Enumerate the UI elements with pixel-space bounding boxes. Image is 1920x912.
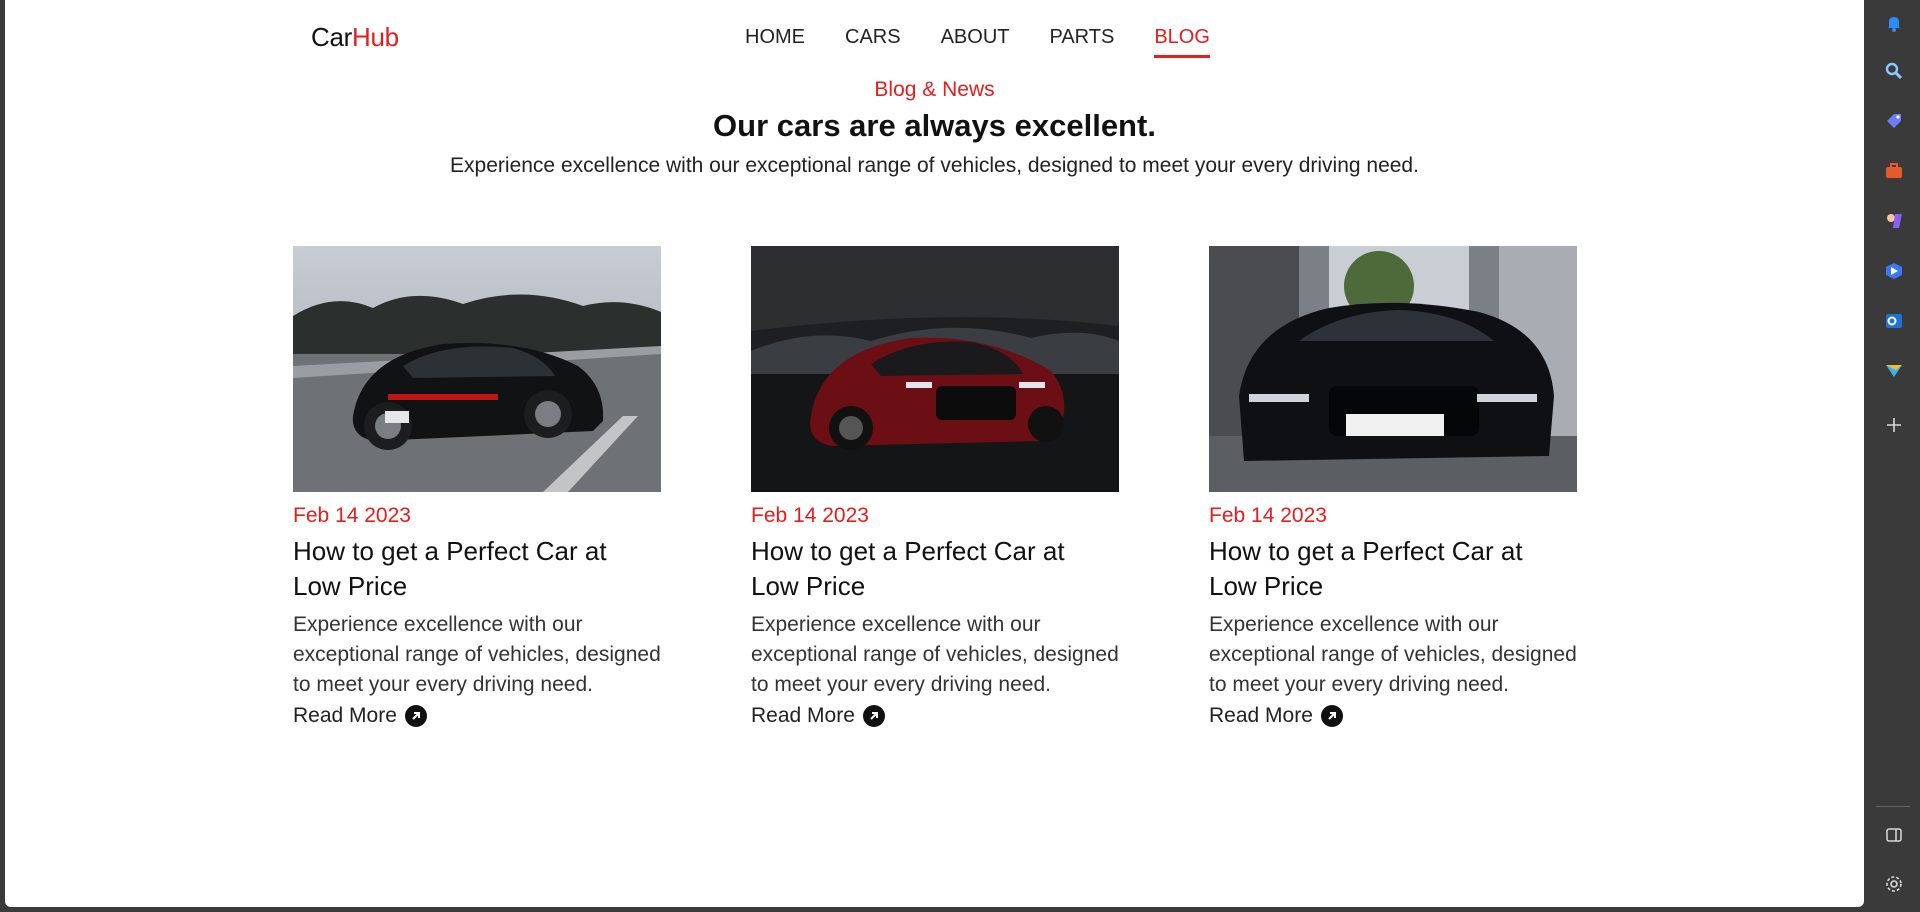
tag-icon[interactable]: [1883, 110, 1905, 132]
site-logo[interactable]: CarHub: [311, 22, 399, 53]
browser-sidebar: [1866, 0, 1920, 912]
nav-about[interactable]: ABOUT: [941, 26, 1010, 58]
read-more-label: Read More: [293, 704, 397, 727]
post-title[interactable]: How to get a Perfect Car at Low Price: [751, 534, 1119, 604]
post-title[interactable]: How to get a Perfect Car at Low Price: [1209, 534, 1577, 604]
games-icon[interactable]: [1883, 210, 1905, 232]
arrow-up-right-icon: [404, 705, 427, 727]
blog-image-porsche[interactable]: [293, 246, 661, 492]
outlook-icon[interactable]: [1883, 310, 1905, 332]
post-title[interactable]: How to get a Perfect Car at Low Price: [293, 534, 661, 604]
settings-icon[interactable]: [1883, 873, 1905, 895]
post-date: Feb 14 2023: [293, 504, 411, 527]
read-more-link[interactable]: Read More: [751, 704, 1119, 728]
post-excerpt: Experience excellence with our exception…: [293, 613, 661, 696]
read-more-link[interactable]: Read More: [1209, 704, 1577, 728]
nav-cars[interactable]: CARS: [845, 26, 901, 58]
plus-icon[interactable]: [1883, 414, 1905, 436]
blog-image-black-audi[interactable]: [1209, 246, 1577, 492]
read-more-link[interactable]: Read More: [293, 704, 661, 728]
post-excerpt: Experience excellence with our exception…: [1209, 613, 1577, 696]
toolbox-icon[interactable]: [1883, 160, 1905, 182]
sidebar-divider: [1876, 806, 1910, 807]
blog-card: Feb 14 2023 How to get a Perfect Car at …: [293, 246, 661, 728]
read-more-label: Read More: [1209, 704, 1313, 727]
post-date: Feb 14 2023: [1209, 504, 1327, 527]
section-headline: Our cars are always excellent.: [713, 108, 1156, 143]
logo-hub-text: Hub: [352, 22, 399, 52]
logo-car-text: Car: [311, 22, 352, 52]
copilot-icon[interactable]: [1883, 260, 1905, 282]
send-icon[interactable]: [1883, 360, 1905, 382]
bell-icon[interactable]: [1883, 12, 1905, 34]
post-date: Feb 14 2023: [751, 504, 869, 527]
browser-page: CarHub HOME CARS ABOUT PARTS BLOG Blog &…: [5, 0, 1864, 907]
post-excerpt: Experience excellence with our exception…: [751, 613, 1119, 696]
arrow-up-right-icon: [1320, 705, 1343, 727]
section-kicker: Blog & News: [874, 78, 995, 101]
arrow-up-right-icon: [862, 705, 885, 727]
section-subhead: Experience excellence with our exception…: [450, 154, 1419, 177]
blog-card: Feb 14 2023 How to get a Perfect Car at …: [751, 246, 1119, 728]
main-nav: HOME CARS ABOUT PARTS BLOG: [745, 26, 1250, 58]
read-more-label: Read More: [751, 704, 855, 727]
search-icon[interactable]: [1883, 60, 1905, 82]
nav-parts[interactable]: PARTS: [1049, 26, 1114, 58]
split-screen-icon[interactable]: [1883, 824, 1905, 846]
blog-image-red-audi[interactable]: [751, 246, 1119, 492]
nav-blog[interactable]: BLOG: [1154, 26, 1210, 58]
nav-home[interactable]: HOME: [745, 26, 805, 58]
blog-card: Feb 14 2023 How to get a Perfect Car at …: [1209, 246, 1577, 728]
